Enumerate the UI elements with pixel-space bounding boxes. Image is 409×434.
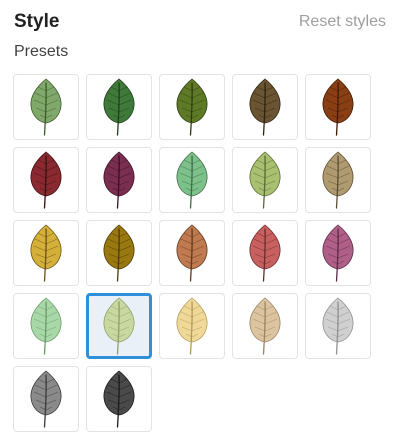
preset-swatch[interactable] <box>13 220 79 286</box>
leaf-icon <box>249 224 281 282</box>
leaf-icon <box>176 224 208 282</box>
preset-swatch[interactable] <box>305 147 371 213</box>
leaf-icon <box>103 297 135 355</box>
preset-swatch[interactable] <box>305 220 371 286</box>
leaf-icon <box>249 78 281 136</box>
leaf-icon <box>30 297 62 355</box>
leaf-icon <box>322 78 354 136</box>
leaf-icon <box>176 297 208 355</box>
leaf-icon <box>103 78 135 136</box>
preset-swatch[interactable] <box>86 147 152 213</box>
preset-swatch[interactable] <box>86 293 152 359</box>
leaf-icon <box>322 297 354 355</box>
preset-swatch[interactable] <box>159 74 225 140</box>
leaf-icon <box>249 151 281 209</box>
preset-swatch[interactable] <box>232 147 298 213</box>
preset-swatch[interactable] <box>159 293 225 359</box>
reset-styles-button[interactable]: Reset styles <box>299 11 386 33</box>
preset-swatch[interactable] <box>13 147 79 213</box>
preset-swatch[interactable] <box>86 366 152 432</box>
preset-swatch[interactable] <box>232 220 298 286</box>
leaf-icon <box>249 297 281 355</box>
leaf-icon <box>103 151 135 209</box>
leaf-icon <box>30 224 62 282</box>
preset-swatch[interactable] <box>232 74 298 140</box>
preset-swatch[interactable] <box>13 293 79 359</box>
leaf-icon <box>103 224 135 282</box>
preset-swatch[interactable] <box>13 366 79 432</box>
leaf-icon <box>103 370 135 428</box>
style-header: Style Reset styles <box>14 9 386 39</box>
leaf-icon <box>176 151 208 209</box>
preset-swatch[interactable] <box>86 74 152 140</box>
preset-swatch[interactable] <box>86 220 152 286</box>
preset-swatch[interactable] <box>159 220 225 286</box>
style-title: Style <box>14 11 60 32</box>
preset-swatch[interactable] <box>232 293 298 359</box>
leaf-icon <box>176 78 208 136</box>
leaf-icon <box>30 151 62 209</box>
leaf-icon <box>30 370 62 428</box>
preset-grid <box>13 74 377 432</box>
leaf-icon <box>30 78 62 136</box>
preset-swatch[interactable] <box>159 147 225 213</box>
leaf-icon <box>322 224 354 282</box>
presets-label: Presets <box>14 43 69 60</box>
preset-swatch[interactable] <box>305 293 371 359</box>
preset-swatch[interactable] <box>305 74 371 140</box>
preset-swatch[interactable] <box>13 74 79 140</box>
leaf-icon <box>322 151 354 209</box>
